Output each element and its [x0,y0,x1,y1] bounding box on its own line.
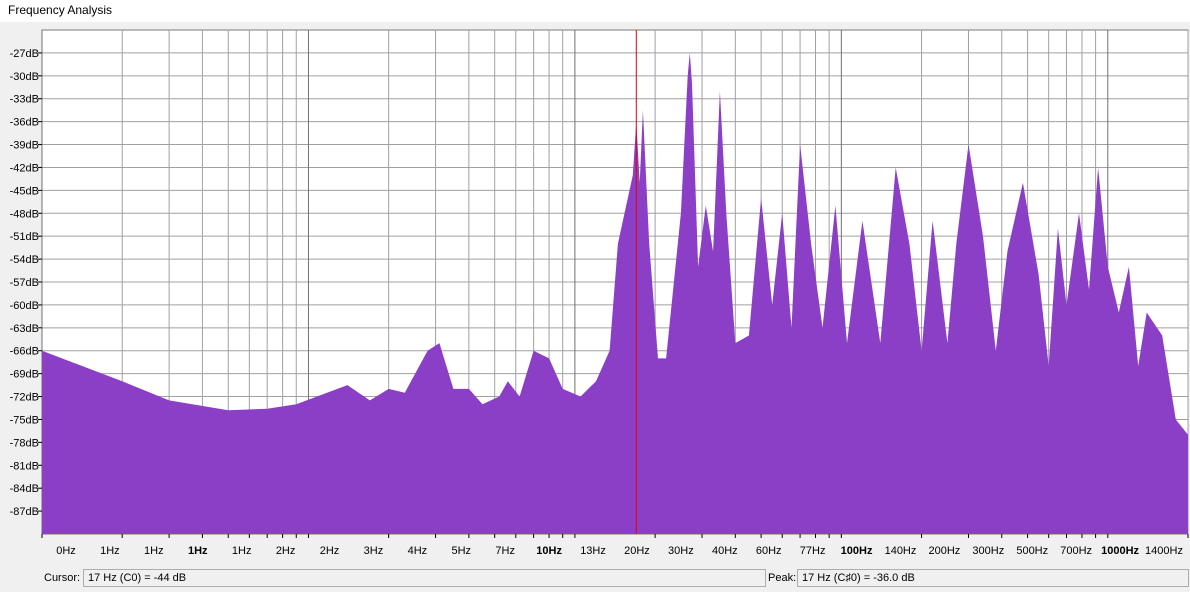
y-tick-label: -33dB [10,94,39,106]
x-tick-label: 1Hz [232,545,252,557]
x-tick-label: 3Hz [364,545,384,557]
peak-value: 17 Hz (C♯0) = -36.0 dB [802,572,915,584]
x-tick-label: 1000Hz [1101,545,1139,557]
y-tick-label: -72dB [10,392,39,404]
y-tick-label: -63dB [10,323,39,335]
x-tick-label: 100Hz [841,545,873,557]
frequency-plot[interactable]: -27dB -30dB -33dB -36dB -39dB -42dB -45dB -48dB… [0,22,1190,567]
x-tick-label: 140Hz [885,545,917,557]
x-tick-label: 20Hz [624,545,650,557]
x-tick-label: 1Hz [144,545,164,557]
y-tick-label: -51dB [10,231,39,243]
peak-label: Peak: [768,572,797,584]
x-axis: 0Hz 1Hz 1Hz 1Hz 1Hz 2Hz 2Hz 3Hz 4Hz 5Hz 7Hz 10Hz 13H… [41,534,1189,557]
y-axis: -27dB -30dB -33dB -36dB -39dB -42dB -45dB -48dB… [10,48,42,518]
cursor-readout: 17 Hz (C0) = -44 dB [83,569,766,587]
x-tick-label: 700Hz [1060,545,1092,557]
y-tick-label: -84dB [10,483,39,495]
y-tick-label: -36dB [10,117,39,129]
x-tick-label: 300Hz [972,545,1004,557]
y-tick-label: -69dB [10,369,39,381]
x-tick-label: 0Hz [56,545,76,557]
window-title: Frequency Analysis [8,3,113,17]
x-tick-label: 10Hz [536,545,562,557]
x-tick-label: 60Hz [756,545,782,557]
x-tick-label: 200Hz [929,545,961,557]
peak-readout: 17 Hz (C♯0) = -36.0 dB [797,569,1189,587]
x-tick-label: 1400Hz [1145,545,1183,557]
window-titlebar: Frequency Analysis [0,0,1190,22]
y-tick-label: -57dB [10,277,39,289]
x-tick-label: 1Hz [100,545,120,557]
x-tick-label: 13Hz [580,545,606,557]
y-tick-label: -39dB [10,140,39,152]
y-tick-label: -48dB [10,208,39,220]
y-tick-label: -45dB [10,185,39,197]
x-tick-label: 4Hz [408,545,428,557]
y-tick-label: -27dB [10,48,39,60]
y-tick-label: -42dB [10,162,39,174]
x-tick-label: 2Hz [320,545,340,557]
y-tick-label: -66dB [10,346,39,358]
x-tick-label: 40Hz [712,545,738,557]
x-tick-label: 7Hz [495,545,515,557]
y-tick-label: -30dB [10,71,39,83]
y-tick-label: -81dB [10,460,39,472]
y-tick-label: -60dB [10,300,39,312]
x-tick-label: 500Hz [1016,545,1048,557]
x-tick-label: 30Hz [668,545,694,557]
spectrum-chart[interactable]: -27dB -30dB -33dB -36dB -39dB -42dB -45dB -48dB… [0,22,1190,567]
x-tick-label: 5Hz [451,545,471,557]
cursor-label: Cursor: [44,572,81,584]
y-tick-label: -75dB [10,414,39,426]
cursor-value: 17 Hz (C0) = -44 dB [88,572,187,584]
y-tick-label: -78dB [10,437,39,449]
x-tick-label: 1Hz [188,545,208,557]
x-tick-label: 2Hz [276,545,296,557]
y-tick-label: -54dB [10,254,39,266]
x-tick-label: 77Hz [800,545,826,557]
y-tick-label: -87dB [10,506,39,518]
